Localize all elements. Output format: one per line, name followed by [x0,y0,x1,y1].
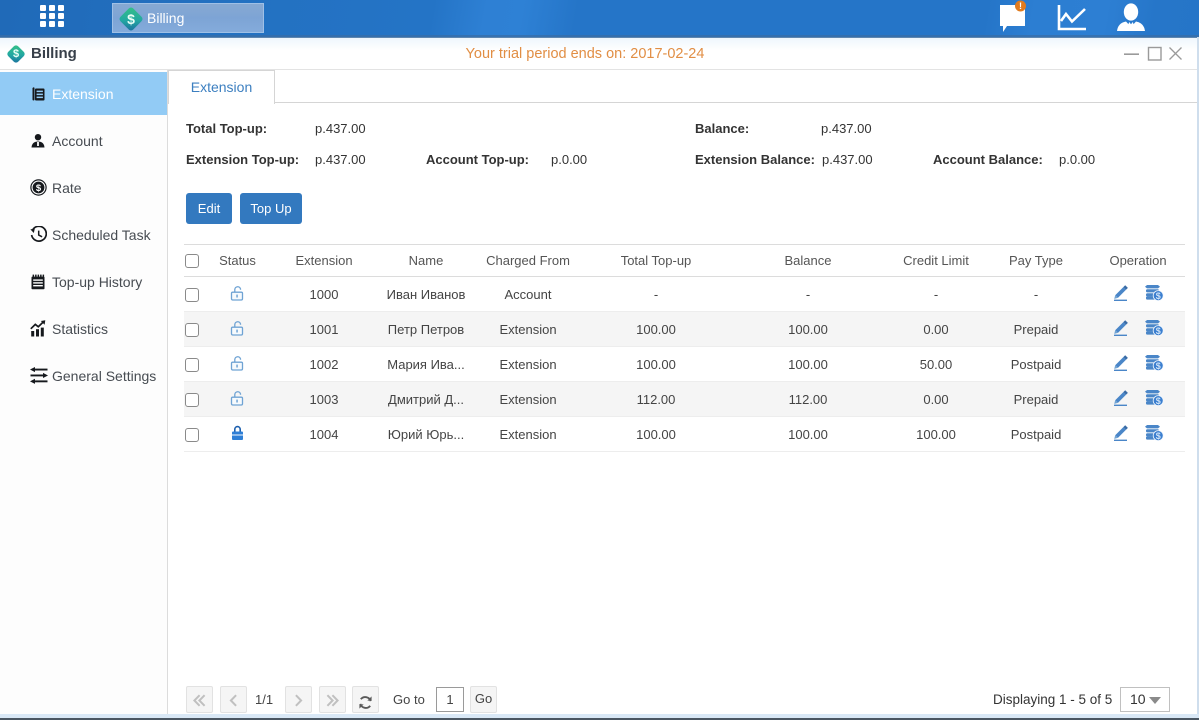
svg-text:$: $ [36,183,42,194]
svg-text:$: $ [1155,396,1160,406]
svg-text:$: $ [1155,326,1160,336]
svg-text:$: $ [1155,431,1160,441]
svg-text:$: $ [1155,361,1160,371]
svg-text:!: ! [1019,1,1022,11]
svg-text:$: $ [1155,291,1160,301]
